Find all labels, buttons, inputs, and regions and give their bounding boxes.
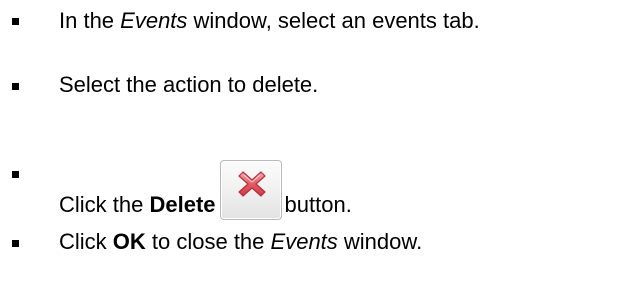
events-window-name: Events xyxy=(120,8,188,33)
step-text: Click OK to close the Events window. xyxy=(59,229,423,254)
delete-button-image xyxy=(219,160,282,220)
step-text: Select the action to delete. xyxy=(59,72,319,97)
instruction-list: In the Events window, select an events t… xyxy=(0,0,621,284)
delete-label: Delete xyxy=(149,192,216,217)
delete-x-icon xyxy=(237,171,266,197)
bullet-icon xyxy=(12,171,19,178)
bullet-icon xyxy=(12,83,19,90)
events-window-name: Events xyxy=(270,229,338,254)
bullet-icon xyxy=(12,18,19,25)
bullet-icon xyxy=(12,240,19,247)
ok-label: OK xyxy=(112,229,146,254)
step-text: In the Events window, select an events t… xyxy=(59,8,480,33)
step-text: Click the Delete button. xyxy=(59,160,352,220)
